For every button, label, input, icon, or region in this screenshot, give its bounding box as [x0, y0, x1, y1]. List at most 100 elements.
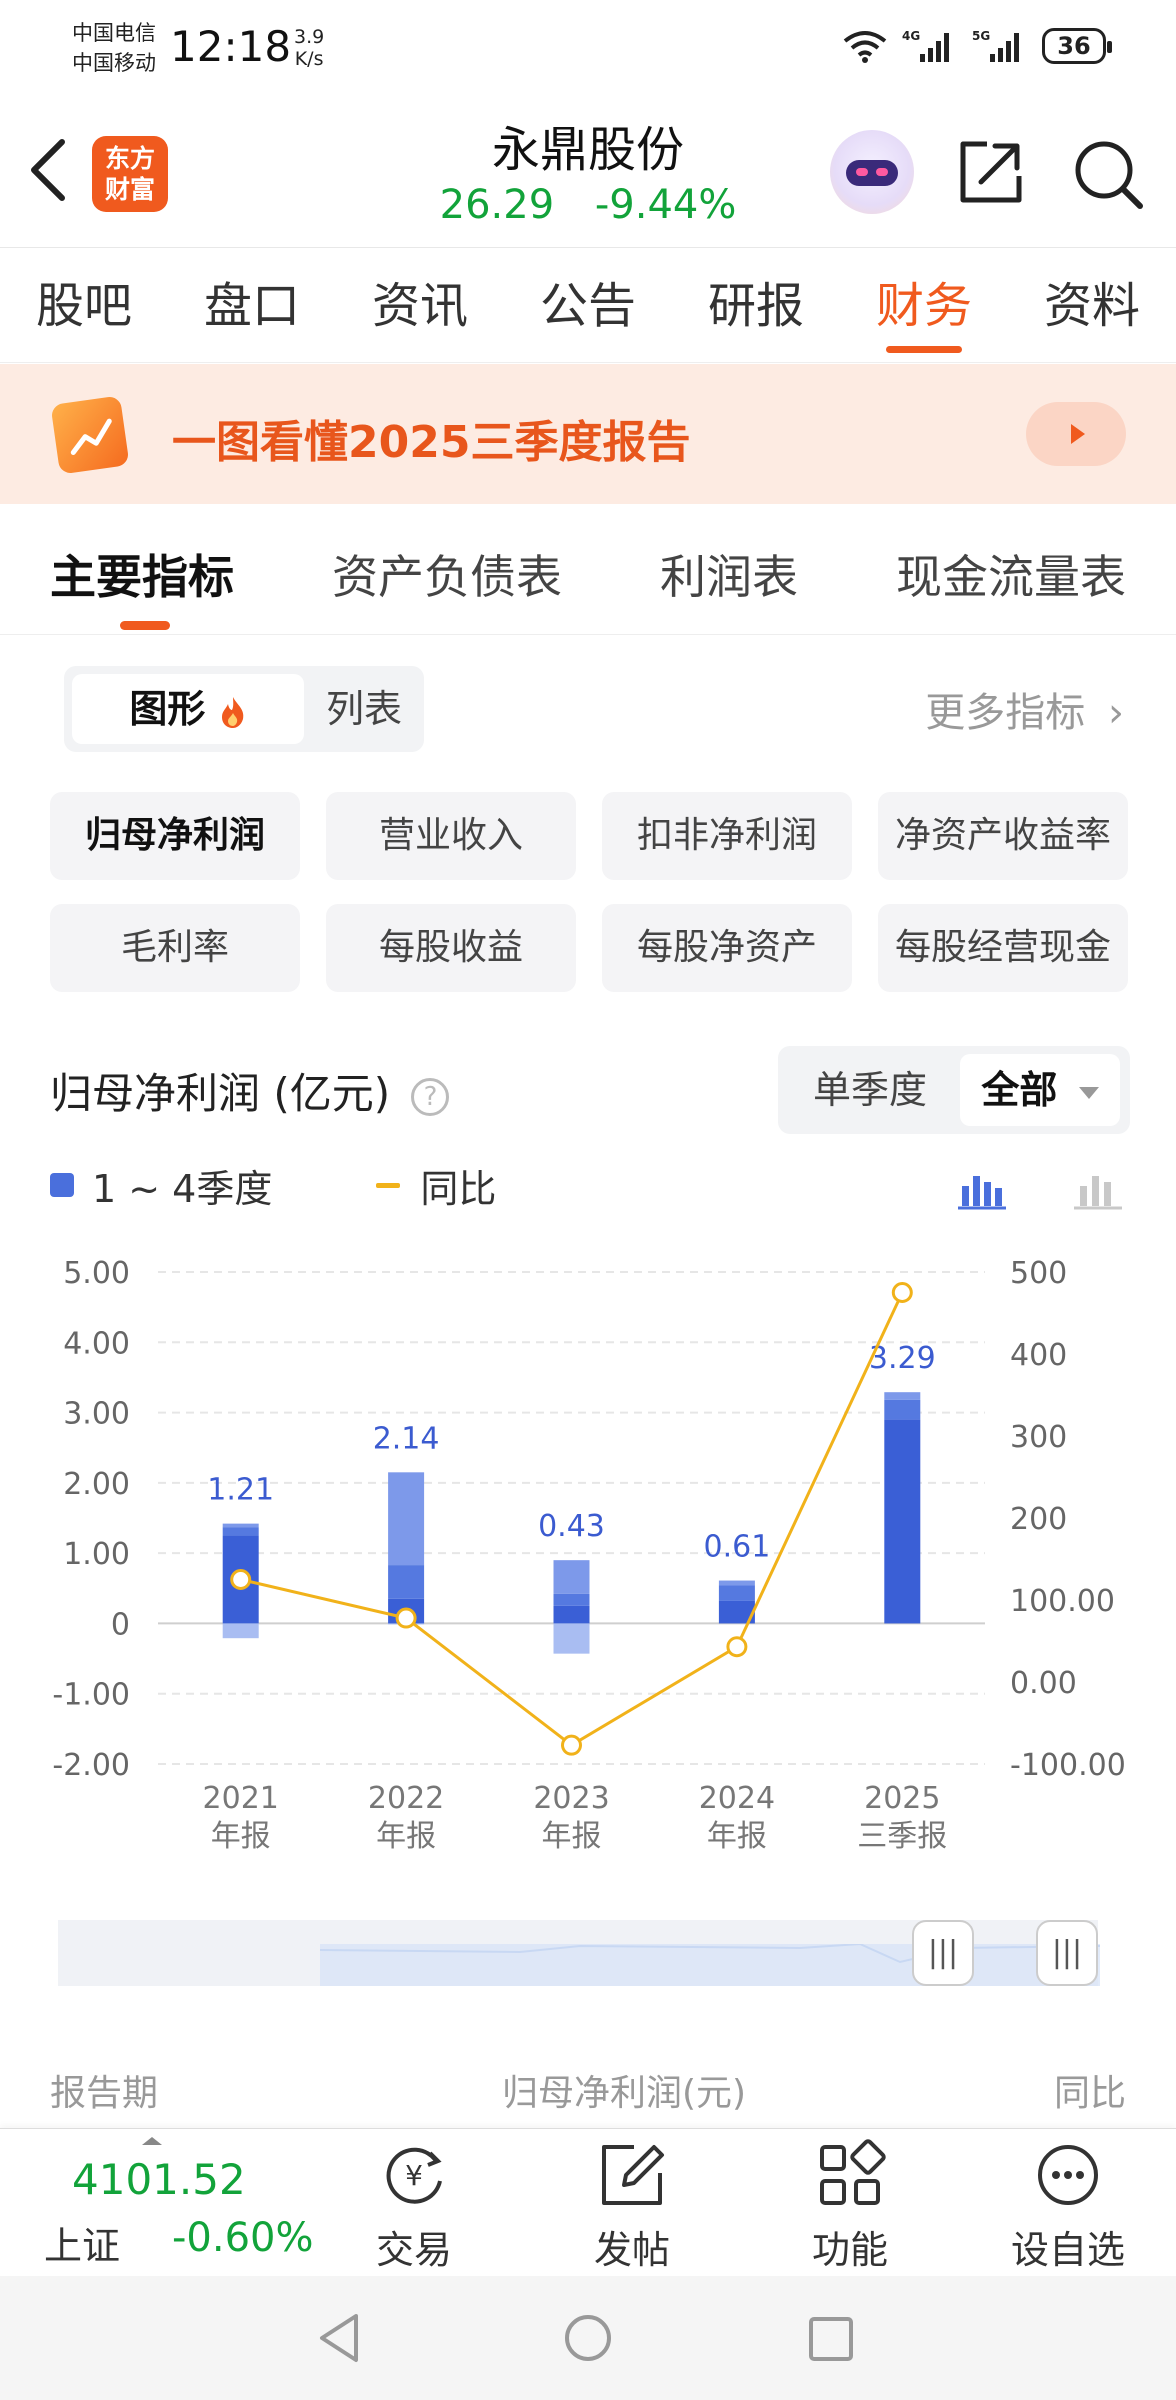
metric-ocfps[interactable]: 每股经营现金	[878, 904, 1128, 992]
bar-segment-q2	[718, 1585, 755, 1601]
search-button[interactable]	[1070, 136, 1146, 212]
status-time: 12:18	[170, 22, 292, 71]
bar-value-label: 0.43	[538, 1509, 605, 1544]
nav-back-icon[interactable]	[316, 2312, 364, 2364]
subtab-key-metrics[interactable]: 主要指标	[50, 541, 234, 607]
stock-header: 东方 财富 永鼎股份 26.29 -9.44%	[0, 100, 1176, 248]
share-button[interactable]	[955, 136, 1027, 208]
left-axis-tick-label: -2.00	[52, 1748, 130, 1783]
period-toggle: 单季度 全部	[778, 1046, 1130, 1134]
view-list-option[interactable]: 列表	[312, 674, 416, 744]
system-nav-bar	[0, 2276, 1176, 2400]
carrier-info: 中国电信 中国移动	[72, 18, 156, 78]
slider-left-handle[interactable]: |||	[912, 1920, 974, 1986]
view-toggle: 图形 列表	[64, 666, 424, 752]
bar-value-label: 1.21	[207, 1473, 274, 1508]
index-change: -0.60%	[172, 2215, 314, 2261]
bar-value-label: 0.61	[704, 1530, 771, 1565]
right-axis-tick-label: 400	[1010, 1338, 1067, 1373]
nav-recents-icon[interactable]	[808, 2316, 854, 2362]
tab-news[interactable]: 资讯	[368, 249, 472, 363]
banner-text: 一图看懂2025三季度报告	[172, 417, 691, 468]
tab-pankou[interactable]: 盘口	[200, 249, 304, 363]
right-axis-tick-label: 200	[1010, 1502, 1067, 1537]
tab-finance[interactable]: 财务	[872, 249, 976, 363]
chart-title: 归母净利润 (亿元) ?	[50, 1060, 450, 1121]
metric-revenue[interactable]: 营业收入	[326, 792, 576, 880]
x-axis-type-label: 年报	[211, 1819, 271, 1854]
bar-segment-q2	[884, 1399, 921, 1420]
x-axis-year-label: 2024	[699, 1781, 775, 1816]
bar-segment-q3	[718, 1580, 755, 1586]
ai-assistant-button[interactable]	[830, 130, 914, 214]
wifi-icon	[843, 31, 887, 63]
nav-home-icon[interactable]	[564, 2314, 612, 2362]
metric-gross-margin[interactable]: 毛利率	[50, 904, 300, 992]
left-axis-tick-label: 0	[111, 1607, 130, 1642]
functions-button[interactable]: 功能	[780, 2139, 920, 2274]
signal-5g-icon: 5G	[972, 29, 1019, 62]
signal-4g-icon: 4G	[902, 29, 949, 62]
x-axis-year-label: 2022	[368, 1781, 444, 1816]
tab-research[interactable]: 研报	[704, 249, 808, 363]
period-single-quarter[interactable]: 单季度	[790, 1054, 950, 1126]
collapse-up-icon	[142, 2137, 162, 2145]
metric-deducted-profit[interactable]: 扣非净利润	[602, 792, 852, 880]
metric-net-profit[interactable]: 归母净利润	[50, 792, 300, 880]
trade-button[interactable]: ¥ 交易	[344, 2139, 484, 2274]
main-tabs: 股吧 盘口 资讯 公告 研报 财务 资料	[0, 249, 1176, 363]
right-axis-tick-label: 0.00	[1010, 1666, 1077, 1701]
slider-right-handle[interactable]: |||	[1036, 1920, 1098, 1986]
tab-guba[interactable]: 股吧	[32, 249, 136, 363]
add-watchlist-button[interactable]: 设自选	[998, 2139, 1138, 2274]
metric-bvps[interactable]: 每股净资产	[602, 904, 852, 992]
post-button[interactable]: 发帖	[562, 2139, 702, 2274]
right-axis-tick-label: -100.00	[1010, 1748, 1126, 1783]
left-axis-tick-label: 2.00	[63, 1467, 130, 1502]
grouped-bar-view-icon[interactable]	[1074, 1168, 1122, 1212]
left-axis-tick-label: 1.00	[63, 1537, 130, 1572]
metric-roe[interactable]: 净资产收益率	[878, 792, 1128, 880]
report-chart-icon	[50, 395, 130, 475]
x-axis-year-label: 2025	[864, 1781, 940, 1816]
subtab-cash-flow[interactable]: 现金流量表	[896, 541, 1126, 607]
period-all-dropdown[interactable]: 全部	[960, 1054, 1120, 1126]
bar-segment-q2	[388, 1565, 425, 1599]
more-metrics-link[interactable]: 更多指标 ›	[925, 680, 1124, 738]
bar-segment-q3	[553, 1560, 590, 1594]
legend-line-swatch	[376, 1182, 401, 1188]
right-axis-tick-label: 300	[1010, 1420, 1067, 1455]
left-axis-tick-label: 4.00	[63, 1326, 130, 1361]
tab-profile[interactable]: 资料	[1040, 249, 1144, 363]
x-axis-type-label: 三季报	[857, 1819, 947, 1854]
yoy-point	[891, 1282, 913, 1303]
subtab-indicator	[120, 621, 170, 630]
left-axis-tick-label: 5.00	[63, 1256, 130, 1291]
right-axis-tick-label: 500	[1010, 1256, 1067, 1291]
bar-segment-q3	[884, 1392, 921, 1400]
yoy-point	[561, 1734, 582, 1756]
yoy-point	[726, 1636, 748, 1658]
help-icon[interactable]: ?	[411, 1077, 450, 1116]
x-axis-type-label: 年报	[376, 1819, 436, 1854]
caret-down-icon	[1078, 1086, 1099, 1099]
left-axis-tick-label: 3.00	[63, 1397, 130, 1432]
stacked-bar-view-icon[interactable]	[958, 1168, 1006, 1212]
svg-text:4G: 4G	[902, 29, 920, 43]
report-banner[interactable]: 一图看懂2025三季度报告	[0, 364, 1176, 504]
chart-legend: 1 ~ 4季度 同比	[50, 1160, 496, 1211]
subtab-income-statement[interactable]: 利润表	[660, 541, 798, 607]
bar-segment-q4	[553, 1623, 590, 1654]
stock-change-pct: -9.44%	[594, 182, 737, 228]
bar-value-label: 2.14	[373, 1421, 440, 1456]
tab-announcements[interactable]: 公告	[536, 249, 640, 363]
subtab-balance-sheet[interactable]: 资产负债表	[332, 541, 562, 607]
view-chart-option[interactable]: 图形	[72, 674, 304, 744]
yoy-point	[230, 1569, 252, 1590]
x-axis-type-label: 年报	[707, 1819, 767, 1854]
metric-eps[interactable]: 每股收益	[326, 904, 576, 992]
banner-play-button[interactable]	[1026, 402, 1126, 466]
edit-icon	[602, 2145, 664, 2205]
bar-segment-q4	[222, 1623, 259, 1639]
header-net-profit: 归母净利润(元)	[502, 2073, 747, 2114]
